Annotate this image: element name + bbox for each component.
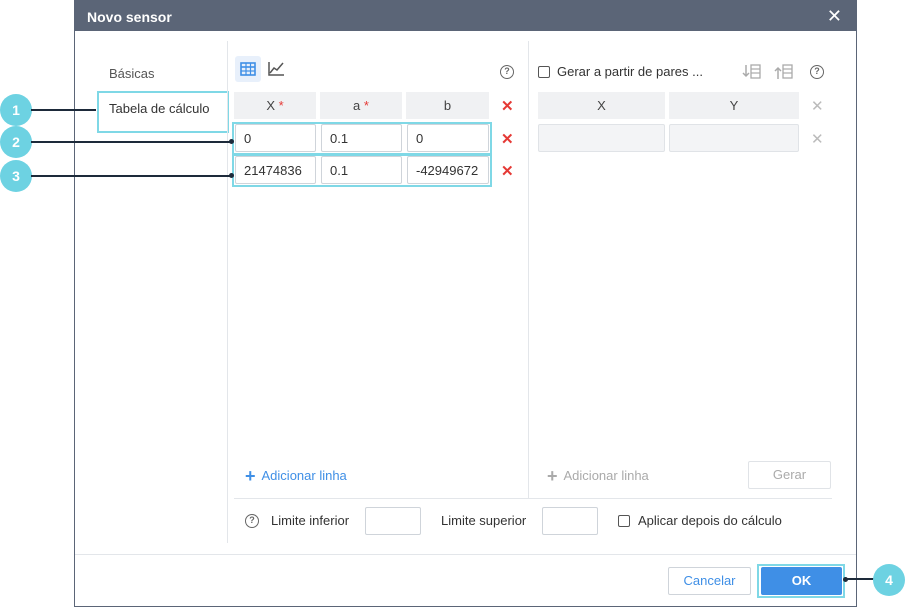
delete-pair-row-icon: ✕ [811, 131, 824, 148]
callout-line [845, 578, 875, 580]
delete-row-icon[interactable]: ✕ [501, 130, 514, 148]
footer-divider [75, 554, 856, 555]
chart-view-button[interactable] [263, 56, 289, 82]
apply-after-label: Aplicar depois do cálculo [638, 513, 782, 528]
ok-button[interactable]: OK [761, 567, 842, 595]
help-icon[interactable]: ? [245, 514, 259, 528]
nav-divider [227, 41, 228, 543]
cell-x-input[interactable]: 21474836 [235, 156, 316, 184]
generate-from-pairs-checkbox[interactable] [538, 66, 550, 78]
callout-line [31, 141, 232, 143]
add-pair-line-button: + Adicionar linha [547, 466, 649, 486]
plus-icon: + [245, 466, 256, 486]
lower-limit-input[interactable] [365, 507, 421, 535]
pairs-header-x: X [538, 92, 665, 119]
lower-limit-label: Limite inferior [271, 513, 350, 528]
import-button[interactable] [739, 59, 765, 85]
delete-pairs-column-icon: ✕ [811, 98, 824, 115]
dialog-titlebar: Novo sensor ✕ [75, 1, 856, 31]
callout-badge: 4 [873, 564, 905, 596]
column-header-b: b [406, 92, 489, 119]
panel-divider [528, 41, 529, 498]
delete-row-icon[interactable]: ✕ [501, 162, 514, 180]
generate-button: Gerar [748, 461, 831, 489]
callout-dot [229, 173, 234, 178]
line-chart-icon [268, 62, 284, 76]
callout-line [31, 175, 232, 177]
callout-badge: 1 [0, 94, 32, 126]
import-icon [742, 64, 761, 79]
export-button[interactable] [771, 59, 797, 85]
column-header-x: X * [234, 92, 316, 119]
nav-item-calc-table[interactable]: Tabela de cálculo [97, 91, 229, 133]
cell-a-input[interactable]: 0.1 [321, 124, 402, 152]
dialog-title: Novo sensor [87, 9, 172, 25]
pair-x-input [538, 124, 665, 152]
new-sensor-dialog: Novo sensor ✕ Básicas Tabela de cálculo … [74, 0, 857, 607]
help-icon[interactable]: ? [500, 65, 514, 79]
column-header-a: a * [320, 92, 402, 119]
pairs-header-y: Y [669, 92, 799, 119]
help-icon[interactable]: ? [810, 65, 824, 79]
cell-a-input[interactable]: 0.1 [321, 156, 402, 184]
apply-after-checkbox[interactable] [618, 515, 630, 527]
cell-b-input[interactable]: -42949672 [407, 156, 489, 184]
pair-y-input [669, 124, 799, 152]
cell-x-input[interactable]: 0 [235, 124, 316, 152]
callout-dot [229, 139, 234, 144]
cancel-button[interactable]: Cancelar [668, 567, 751, 595]
generate-from-pairs-label: Gerar a partir de pares ... [557, 64, 703, 79]
export-icon [774, 64, 793, 79]
close-icon[interactable]: ✕ [827, 6, 842, 27]
table-view-button[interactable] [235, 56, 261, 82]
delete-column-icon[interactable]: ✕ [501, 97, 514, 115]
callout-line [31, 109, 96, 111]
callout-badge: 2 [0, 126, 32, 158]
required-mark: * [278, 98, 284, 113]
plus-icon: + [547, 466, 558, 486]
add-line-button[interactable]: + Adicionar linha [245, 466, 347, 487]
limits-divider [234, 498, 832, 499]
required-mark: * [363, 98, 369, 113]
table-icon [240, 62, 256, 76]
nav-item-basic[interactable]: Básicas [109, 66, 155, 81]
callout-badge: 3 [0, 160, 32, 192]
upper-limit-label: Limite superior [441, 513, 527, 528]
upper-limit-input[interactable] [542, 507, 598, 535]
cell-b-input[interactable]: 0 [407, 124, 489, 152]
